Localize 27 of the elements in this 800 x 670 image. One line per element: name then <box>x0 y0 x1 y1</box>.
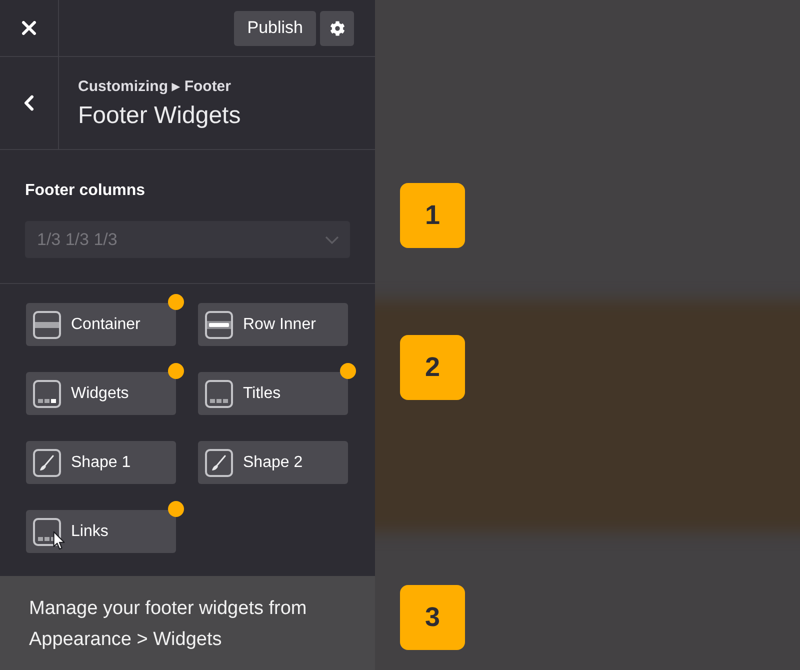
element-button[interactable]: Titles <box>198 372 348 415</box>
brush-icon <box>205 448 233 476</box>
field-label: Footer columns <box>25 181 146 200</box>
help-text: Manage your footer widgets from Appearance > Widgets <box>0 576 375 670</box>
panel-title: Footer Widgets <box>78 102 241 130</box>
element-button[interactable]: Shape 1 <box>26 441 176 484</box>
step-number-badge: 2 <box>400 335 465 400</box>
band-icon <box>33 310 61 338</box>
element-button[interactable]: Shape 2 <box>198 441 348 484</box>
element-button[interactable]: Row Inner <box>198 303 348 346</box>
close-icon <box>22 21 36 35</box>
step-number-badge: 1 <box>400 183 465 248</box>
dots-icon <box>33 518 61 546</box>
step-number-badge: 3 <box>400 585 465 650</box>
settings-button[interactable] <box>320 10 354 46</box>
back-chevron-icon <box>24 95 34 111</box>
brush-icon <box>33 448 61 476</box>
chevron-down-icon <box>325 236 339 244</box>
dots-icon <box>205 380 233 408</box>
element-button[interactable]: Links <box>26 510 176 553</box>
element-button[interactable]: Container <box>26 303 176 346</box>
tiles-icon <box>33 380 61 408</box>
element-button[interactable]: Widgets <box>26 372 176 415</box>
bar-icon <box>205 310 233 338</box>
publish-button[interactable]: Publish <box>234 10 316 46</box>
breadcrumb: Customizing ▸ Footer <box>78 76 232 94</box>
settings-icon <box>330 20 344 36</box>
